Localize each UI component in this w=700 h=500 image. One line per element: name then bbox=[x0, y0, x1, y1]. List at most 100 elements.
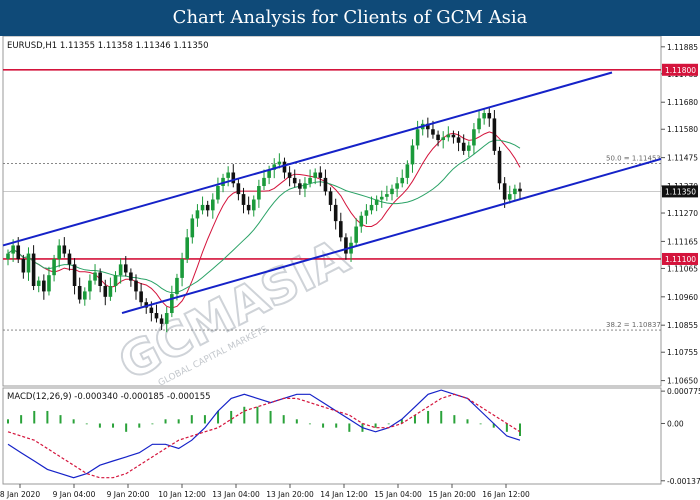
candlestick-body bbox=[390, 188, 394, 195]
candlestick-body bbox=[431, 129, 435, 135]
candlestick-body bbox=[200, 204, 205, 211]
candlestick-body bbox=[328, 191, 333, 205]
main-pane-frame bbox=[2, 36, 662, 387]
macd-histogram-bar bbox=[112, 423, 115, 428]
candlestick-body bbox=[118, 264, 123, 276]
macd-histogram-bar bbox=[308, 423, 311, 425]
price-axis-label: 1.10650 bbox=[667, 377, 698, 386]
candlestick-body bbox=[21, 258, 26, 273]
price-axis: 1.118851.117851.116801.115801.114751.113… bbox=[661, 43, 698, 386]
candlestick-body bbox=[257, 186, 261, 200]
macd-histogram-bar bbox=[230, 410, 233, 424]
candlestick-body bbox=[344, 237, 348, 254]
candlestick-body bbox=[216, 186, 220, 200]
macd-histogram-bar bbox=[98, 423, 101, 428]
time-axis: 8 Jan 2020 9 Jan 04:00 9 Jan 20:00 10 Jan 1… bbox=[0, 484, 530, 499]
candlestick-body bbox=[164, 313, 169, 324]
candlestick-body bbox=[190, 218, 195, 238]
candlestick-body bbox=[241, 194, 246, 205]
candlestick-body bbox=[170, 294, 174, 314]
candlestick-body bbox=[77, 286, 82, 300]
candlestick-body bbox=[308, 177, 312, 184]
macd-histogram-bar bbox=[505, 423, 508, 432]
candlestick-body bbox=[507, 194, 512, 200]
candlestick-body bbox=[282, 161, 287, 173]
macd-histogram-bar bbox=[466, 419, 469, 424]
candlestick-body bbox=[313, 172, 317, 178]
candlestick-body bbox=[113, 275, 118, 286]
macd-histogram-bar bbox=[85, 423, 88, 425]
macd-histogram-bar bbox=[427, 410, 430, 424]
candlestick-body bbox=[497, 150, 502, 184]
macd-axis-label: 0.000775 bbox=[667, 387, 700, 396]
candlestick-body bbox=[57, 245, 61, 259]
candlestick-body bbox=[369, 204, 374, 211]
price-axis-label: 1.11885 bbox=[667, 43, 698, 52]
candlestick-body bbox=[400, 177, 405, 184]
macd-histogram-bar bbox=[256, 406, 259, 424]
price-axis-label: 1.10755 bbox=[667, 348, 698, 357]
price-axis-label: 1.11165 bbox=[667, 237, 698, 246]
time-axis-label: 13 Jan 20:00 bbox=[266, 490, 314, 499]
candlestick-body bbox=[502, 183, 507, 200]
candlestick-body bbox=[195, 210, 200, 219]
current-price-tag-label: 1.11350 bbox=[665, 187, 696, 196]
candlestick-body bbox=[339, 221, 343, 238]
candlestick-body bbox=[385, 194, 389, 197]
candlestick-body bbox=[62, 245, 67, 254]
macd-pane-frame bbox=[2, 387, 662, 485]
candlestick-body bbox=[477, 118, 481, 130]
candlestick-body bbox=[42, 280, 46, 292]
macd-histogram-bar bbox=[7, 419, 9, 424]
candlestick-body bbox=[139, 291, 143, 303]
candlestick-body bbox=[262, 177, 266, 186]
macd-histogram-bar bbox=[440, 410, 443, 424]
horizontal-level-tag-label: 1.11100 bbox=[665, 255, 696, 264]
price-axis-label: 1.10960 bbox=[667, 293, 698, 302]
macd-histogram-bar bbox=[138, 423, 141, 428]
macd-histogram-bar bbox=[33, 410, 36, 424]
candlestick-body bbox=[180, 258, 184, 278]
candlestick-body bbox=[185, 237, 189, 259]
candlestick-body bbox=[410, 145, 415, 165]
macd-histogram-bar bbox=[387, 423, 390, 425]
time-axis-label: 9 Jan 04:00 bbox=[53, 490, 96, 499]
candlestick-body bbox=[467, 145, 471, 151]
candlestick-body bbox=[303, 183, 307, 189]
candlestick-body bbox=[472, 129, 476, 146]
candlestick-body bbox=[134, 280, 138, 292]
banner-title: Chart Analysis for Clients of GCM Asia bbox=[172, 7, 528, 28]
macd-histogram-bar bbox=[46, 410, 49, 424]
candlestick-body bbox=[395, 183, 399, 189]
candlestick-body bbox=[298, 183, 302, 189]
symbol-header: EURUSD,H1 1.11355 1.11358 1.11346 1.1135… bbox=[7, 41, 209, 51]
candlestick-body bbox=[211, 199, 215, 211]
candlestick-body bbox=[359, 215, 364, 227]
candlestick-body bbox=[318, 172, 323, 178]
candlestick-body bbox=[108, 286, 113, 297]
candlestick-body bbox=[31, 253, 36, 286]
candlestick-body bbox=[405, 164, 410, 178]
candlestick-body bbox=[83, 291, 87, 300]
candlestick-body bbox=[231, 172, 236, 184]
macd-histogram-bar bbox=[479, 423, 482, 425]
macd-histogram-bar bbox=[519, 423, 521, 436]
candlestick-body bbox=[129, 272, 133, 281]
candlestick-body bbox=[36, 280, 41, 286]
candlestick-body bbox=[52, 258, 56, 276]
macd-axis-label: 0.00 bbox=[667, 419, 684, 428]
price-axis-label: 1.10855 bbox=[667, 321, 698, 330]
candlestick-body bbox=[482, 113, 486, 119]
candlestick-body bbox=[16, 245, 21, 259]
time-axis-label: 8 Jan 2020 bbox=[0, 490, 40, 499]
candlestick-body bbox=[103, 286, 108, 297]
candlestick-body bbox=[6, 253, 10, 259]
candlestick-body bbox=[374, 199, 379, 205]
macd-histogram-bar bbox=[177, 419, 180, 424]
candlestick-body bbox=[246, 204, 251, 211]
macd-histogram-bar bbox=[348, 423, 351, 432]
candlestick-body bbox=[487, 113, 492, 119]
price-axis-label: 1.11270 bbox=[667, 209, 698, 218]
macd-histogram-bar bbox=[151, 423, 154, 425]
price-axis-label: 1.11065 bbox=[667, 264, 698, 273]
